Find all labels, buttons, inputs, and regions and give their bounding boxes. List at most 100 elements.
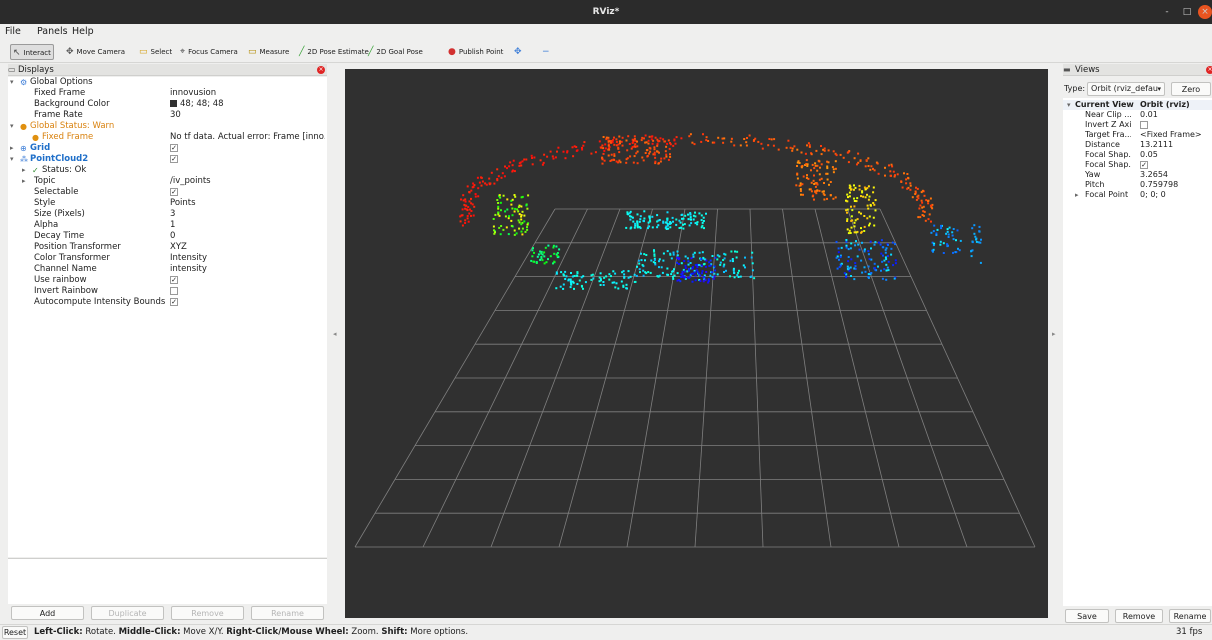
display-value[interactable]: ✓ — [170, 275, 325, 286]
collapse-arrow-icon[interactable]: ▸ — [22, 176, 26, 187]
save-view-button[interactable]: Save — [1065, 609, 1109, 623]
expand-arrow-icon[interactable]: ▾ — [10, 121, 14, 132]
view-value[interactable]: ✓ — [1140, 160, 1148, 170]
display-value[interactable]: 0 — [170, 231, 325, 242]
display-value[interactable]: Points — [170, 198, 325, 209]
view-value[interactable]: 13.2111 — [1140, 140, 1173, 150]
view-value[interactable]: Orbit (rviz) — [1140, 100, 1190, 110]
collapse-arrow-icon[interactable]: ▸ — [10, 143, 14, 154]
collapse-arrow-icon[interactable]: ▸ — [22, 165, 26, 176]
display-value[interactable]: Intensity — [170, 253, 325, 264]
display-value[interactable]: ✓ — [170, 297, 325, 308]
menu-help[interactable]: Help — [72, 26, 94, 37]
view-value[interactable]: 3.2654 — [1140, 170, 1168, 180]
display-row-autocompute-intensity-bounds[interactable]: Autocompute Intensity Bounds ✓ — [8, 297, 327, 308]
view-row-distance[interactable]: Distance 13.2111 — [1063, 140, 1212, 150]
display-value[interactable]: ✓ — [170, 187, 325, 198]
tool-move[interactable]: ✥ — [512, 44, 527, 60]
view-value[interactable] — [1140, 120, 1148, 130]
add-button[interactable]: Add — [11, 606, 84, 620]
menu-panels[interactable]: Panels — [37, 26, 68, 37]
view-row-target-fra[interactable]: Target Fra... <Fixed Frame> — [1063, 130, 1212, 140]
reset-button[interactable]: Reset — [2, 626, 28, 639]
color-swatch[interactable] — [170, 100, 177, 107]
display-row-alpha[interactable]: Alpha 1 — [8, 220, 327, 231]
display-value[interactable] — [170, 286, 325, 297]
maximize-button[interactable]: □ — [1180, 5, 1194, 19]
tool-publish-point[interactable]: ● Publish Point — [446, 44, 505, 60]
display-row-size-pixels[interactable]: Size (Pixels) 3 — [8, 209, 327, 220]
duplicate-button[interactable]: Duplicate — [91, 606, 164, 620]
close-button[interactable]: × — [1198, 5, 1212, 19]
display-value[interactable]: 3 — [170, 209, 325, 220]
tool-interact[interactable]: ↖ Interact — [10, 44, 54, 60]
view-row-focal-point[interactable]: ▸ Focal Point 0; 0; 0 — [1063, 190, 1212, 200]
display-row-position-transformer[interactable]: Position Transformer XYZ — [8, 242, 327, 253]
remove-view-button[interactable]: Remove — [1115, 609, 1163, 623]
display-value[interactable]: XYZ — [170, 242, 325, 253]
display-row-global-status-warn[interactable]: ▾ ● Global Status: Warn — [8, 121, 327, 132]
tool-move-camera[interactable]: ✥ Move Camera — [64, 44, 127, 60]
render-viewport[interactable] — [345, 69, 1048, 618]
checkbox-checked[interactable]: ✓ — [1140, 160, 1148, 169]
tool-focus-camera[interactable]: ⌖ Focus Camera — [178, 44, 240, 60]
checkbox-unchecked[interactable] — [1140, 120, 1148, 129]
view-value[interactable]: 0.05 — [1140, 150, 1158, 160]
view-type-select[interactable]: Orbit (rviz_defau ▾ — [1087, 82, 1165, 96]
display-row-use-rainbow[interactable]: Use rainbow ✓ — [8, 275, 327, 286]
view-row-near-clip[interactable]: Near Clip ... 0.01 — [1063, 110, 1212, 120]
expand-arrow-icon[interactable]: ▾ — [1067, 100, 1071, 110]
display-row-grid[interactable]: ▸ ⊕ Grid ✓ — [8, 143, 327, 154]
display-row-decay-time[interactable]: Decay Time 0 — [8, 231, 327, 242]
display-row-frame-rate[interactable]: Frame Rate 30 — [8, 110, 327, 121]
view-value[interactable]: 0; 0; 0 — [1140, 190, 1166, 200]
display-row-fixed-frame[interactable]: ● Fixed Frame No tf data. Actual error: Fr… — [8, 132, 327, 143]
menu-file[interactable]: File — [5, 26, 21, 37]
minimize-button[interactable]: - — [1160, 5, 1174, 19]
display-value[interactable]: No tf data. Actual error: Frame [inno... — [170, 132, 325, 143]
close-icon[interactable]: × — [317, 66, 325, 74]
display-value[interactable]: intensity — [170, 264, 325, 275]
tool-measure[interactable]: ▭ Measure — [246, 44, 291, 60]
checkbox-checked[interactable]: ✓ — [170, 275, 178, 284]
splitter-handle-right[interactable]: ▸ — [1052, 330, 1056, 338]
view-row-focal-shap[interactable]: Focal Shap... 0.05 — [1063, 150, 1212, 160]
display-value[interactable]: ✓ — [170, 154, 325, 165]
view-row-focal-shap[interactable]: Focal Shap... ✓ — [1063, 160, 1212, 170]
display-row-fixed-frame[interactable]: Fixed Frame innovusion — [8, 88, 327, 99]
rename-display-button[interactable]: Rename — [251, 606, 324, 620]
display-row-global-options[interactable]: ▾ ⚙ Global Options — [8, 77, 327, 88]
display-row-invert-rainbow[interactable]: Invert Rainbow — [8, 286, 327, 297]
zero-button[interactable]: Zero — [1171, 82, 1211, 96]
tool-2d-goal-pose[interactable]: ╱ 2D Goal Pose — [366, 44, 425, 60]
view-value[interactable]: 0.759798 — [1140, 180, 1178, 190]
checkbox-checked[interactable]: ✓ — [170, 187, 178, 196]
rename-view-button[interactable]: Rename — [1169, 609, 1211, 623]
expand-arrow-icon[interactable]: ▾ — [10, 154, 14, 165]
display-row-channel-name[interactable]: Channel Name intensity — [8, 264, 327, 275]
view-value[interactable]: 0.01 — [1140, 110, 1158, 120]
checkbox-unchecked[interactable] — [170, 286, 178, 295]
display-row-pointcloud2[interactable]: ▾ ⁂ PointCloud2 ✓ — [8, 154, 327, 165]
splitter-handle-left[interactable]: ◂ — [333, 330, 337, 338]
display-value[interactable]: 1 — [170, 220, 325, 231]
expand-arrow-icon[interactable]: ▾ — [10, 77, 14, 88]
display-value[interactable]: ✓ — [170, 143, 325, 154]
remove-display-button[interactable]: Remove — [171, 606, 244, 620]
display-row-background-color[interactable]: Background Color 48; 48; 48 — [8, 99, 327, 110]
display-row-topic[interactable]: ▸ Topic/iv_points — [8, 176, 327, 187]
display-row-style[interactable]: Style Points — [8, 198, 327, 209]
display-row-status-ok[interactable]: ▸ ✓ Status: Ok — [8, 165, 327, 176]
display-value[interactable]: /iv_points — [170, 176, 325, 187]
display-row-selectable[interactable]: Selectable ✓ — [8, 187, 327, 198]
tool-minus[interactable]: − — [540, 44, 555, 60]
display-row-color-transformer[interactable]: Color Transformer Intensity — [8, 253, 327, 264]
view-row-pitch[interactable]: Pitch 0.759798 — [1063, 180, 1212, 190]
close-icon[interactable]: × — [1206, 66, 1212, 74]
view-row-current-view[interactable]: ▾ Current View Orbit (rviz) — [1063, 100, 1212, 110]
view-row-invert-z-axis[interactable]: Invert Z Axis — [1063, 120, 1212, 130]
checkbox-checked[interactable]: ✓ — [170, 143, 178, 152]
view-row-yaw[interactable]: Yaw 3.2654 — [1063, 170, 1212, 180]
tool-2d-pose-estimate[interactable]: ╱ 2D Pose Estimate — [297, 44, 371, 60]
view-value[interactable]: <Fixed Frame> — [1140, 130, 1202, 140]
